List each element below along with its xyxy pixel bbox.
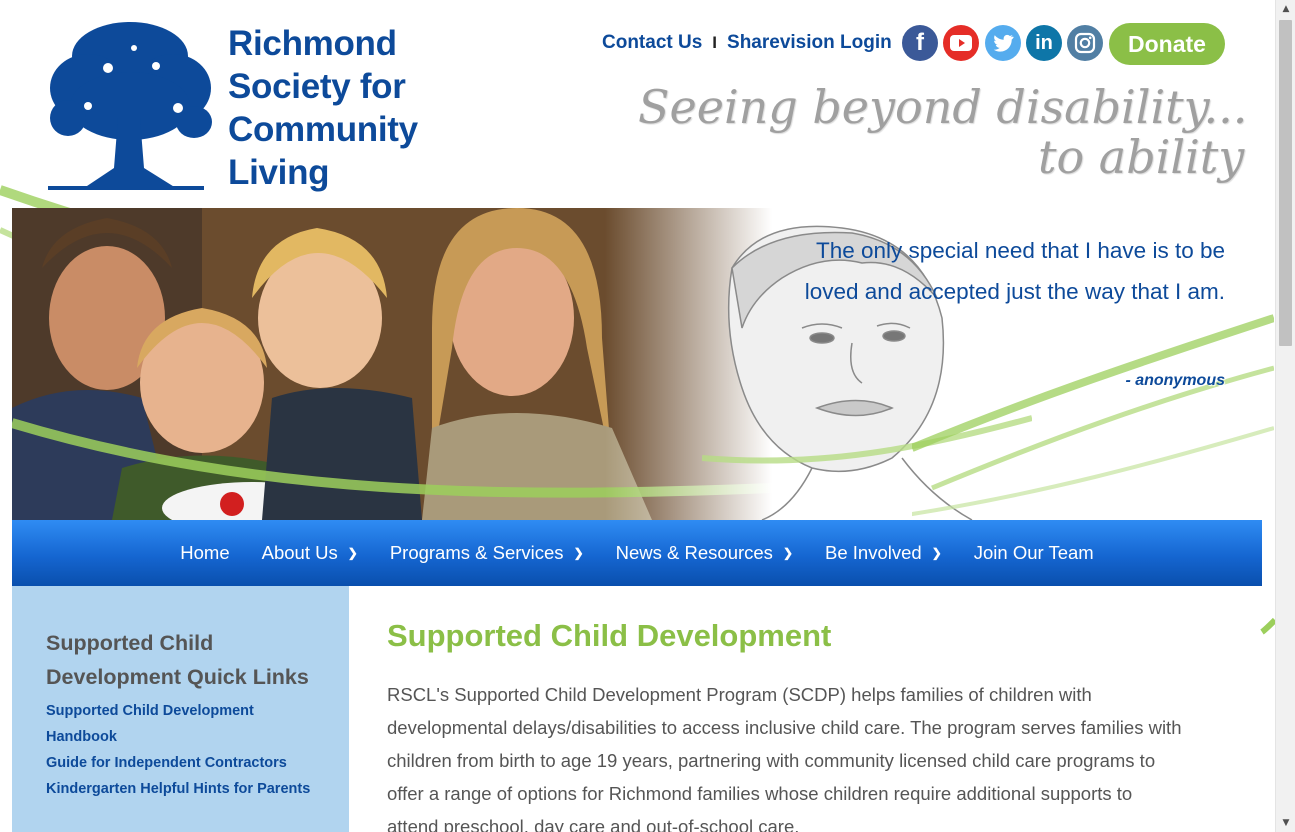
nav-label: Join Our Team bbox=[973, 542, 1094, 563]
nav-label: Home bbox=[180, 542, 230, 563]
youtube-icon[interactable] bbox=[943, 25, 979, 61]
donate-button[interactable]: Donate bbox=[1109, 23, 1225, 65]
top-links: Contact Us I Sharevision Login I bbox=[602, 30, 916, 56]
tagline-line-2: to ability bbox=[1038, 130, 1245, 184]
scroll-down-arrow-icon[interactable]: ▼ bbox=[1276, 814, 1295, 832]
sidebar-link-kindergarten-hints[interactable]: Kindergarten Helpful Hints for Parents bbox=[46, 776, 315, 802]
main-content: Supported Child Development RSCL's Suppo… bbox=[387, 618, 1207, 832]
hero-banner: The only special need that I have is to … bbox=[12, 208, 1274, 520]
nav-item-join-our-team[interactable]: Join Our Team bbox=[974, 542, 1094, 564]
site-logo[interactable]: Richmond Society for Community Living bbox=[48, 18, 438, 192]
chevron-down-icon: ❯ bbox=[782, 546, 793, 560]
page-scrollbar[interactable]: ▲ ▼ bbox=[1275, 0, 1295, 832]
tagline-line-1: Seeing beyond disability... bbox=[638, 80, 1248, 134]
scroll-up-arrow-icon[interactable]: ▲ bbox=[1276, 0, 1295, 18]
quote-author: - anonymous bbox=[1125, 372, 1225, 389]
intro-paragraph: RSCL's Supported Child Development Progr… bbox=[387, 684, 1182, 832]
contact-us-link[interactable]: Contact Us bbox=[602, 32, 702, 54]
linkedin-icon[interactable]: in bbox=[1026, 25, 1062, 61]
logo-line: Community bbox=[228, 110, 418, 149]
hero-quote: The only special need that I have is to … bbox=[804, 238, 1225, 304]
nav-label: News & Resources bbox=[615, 542, 773, 563]
instagram-icon[interactable] bbox=[1067, 25, 1103, 61]
separator: I bbox=[712, 33, 718, 52]
nav-label: About Us bbox=[261, 542, 338, 563]
facebook-icon[interactable]: f bbox=[902, 25, 938, 61]
logo-line: Society for bbox=[228, 67, 406, 106]
logo-line: Richmond bbox=[228, 24, 397, 63]
page-title: Supported Child Development bbox=[387, 618, 832, 653]
nav-item-programs-services[interactable]: Programs & Services ❯ bbox=[390, 542, 584, 564]
scrollbar-thumb[interactable] bbox=[1279, 20, 1292, 346]
chevron-down-icon: ❯ bbox=[347, 546, 358, 560]
logo-text: Richmond Society for Community Living bbox=[228, 22, 418, 194]
decorative-swoosh bbox=[912, 314, 1274, 517]
sharevision-login-link[interactable]: Sharevision Login bbox=[727, 32, 892, 54]
nav-item-news-resources[interactable]: News & Resources ❯ bbox=[616, 542, 793, 564]
sidebar-link-contractors-guide[interactable]: Guide for Independent Contractors bbox=[46, 750, 315, 776]
tree-logo-icon bbox=[48, 22, 212, 190]
nav-item-home[interactable]: Home bbox=[180, 542, 229, 564]
chevron-down-icon: ❯ bbox=[931, 546, 942, 560]
twitter-icon[interactable] bbox=[985, 25, 1021, 61]
sidebar-link-handbook[interactable]: Supported Child Development Handbook bbox=[46, 698, 315, 750]
nav-item-be-involved[interactable]: Be Involved ❯ bbox=[825, 542, 942, 564]
nav-item-about-us[interactable]: About Us ❯ bbox=[262, 542, 358, 564]
main-nav: Home About Us ❯ Programs & Services ❯ Ne… bbox=[12, 520, 1262, 586]
nav-label: Programs & Services bbox=[389, 542, 564, 563]
nav-label: Be Involved bbox=[825, 542, 922, 563]
chevron-down-icon: ❯ bbox=[573, 546, 584, 560]
sidebar-title: Supported Child Development Quick Links bbox=[46, 631, 309, 689]
family-photo-image bbox=[12, 208, 772, 520]
quick-links-sidebar: Supported Child Development Quick Links … bbox=[12, 586, 349, 832]
logo-line: Living bbox=[228, 153, 330, 192]
